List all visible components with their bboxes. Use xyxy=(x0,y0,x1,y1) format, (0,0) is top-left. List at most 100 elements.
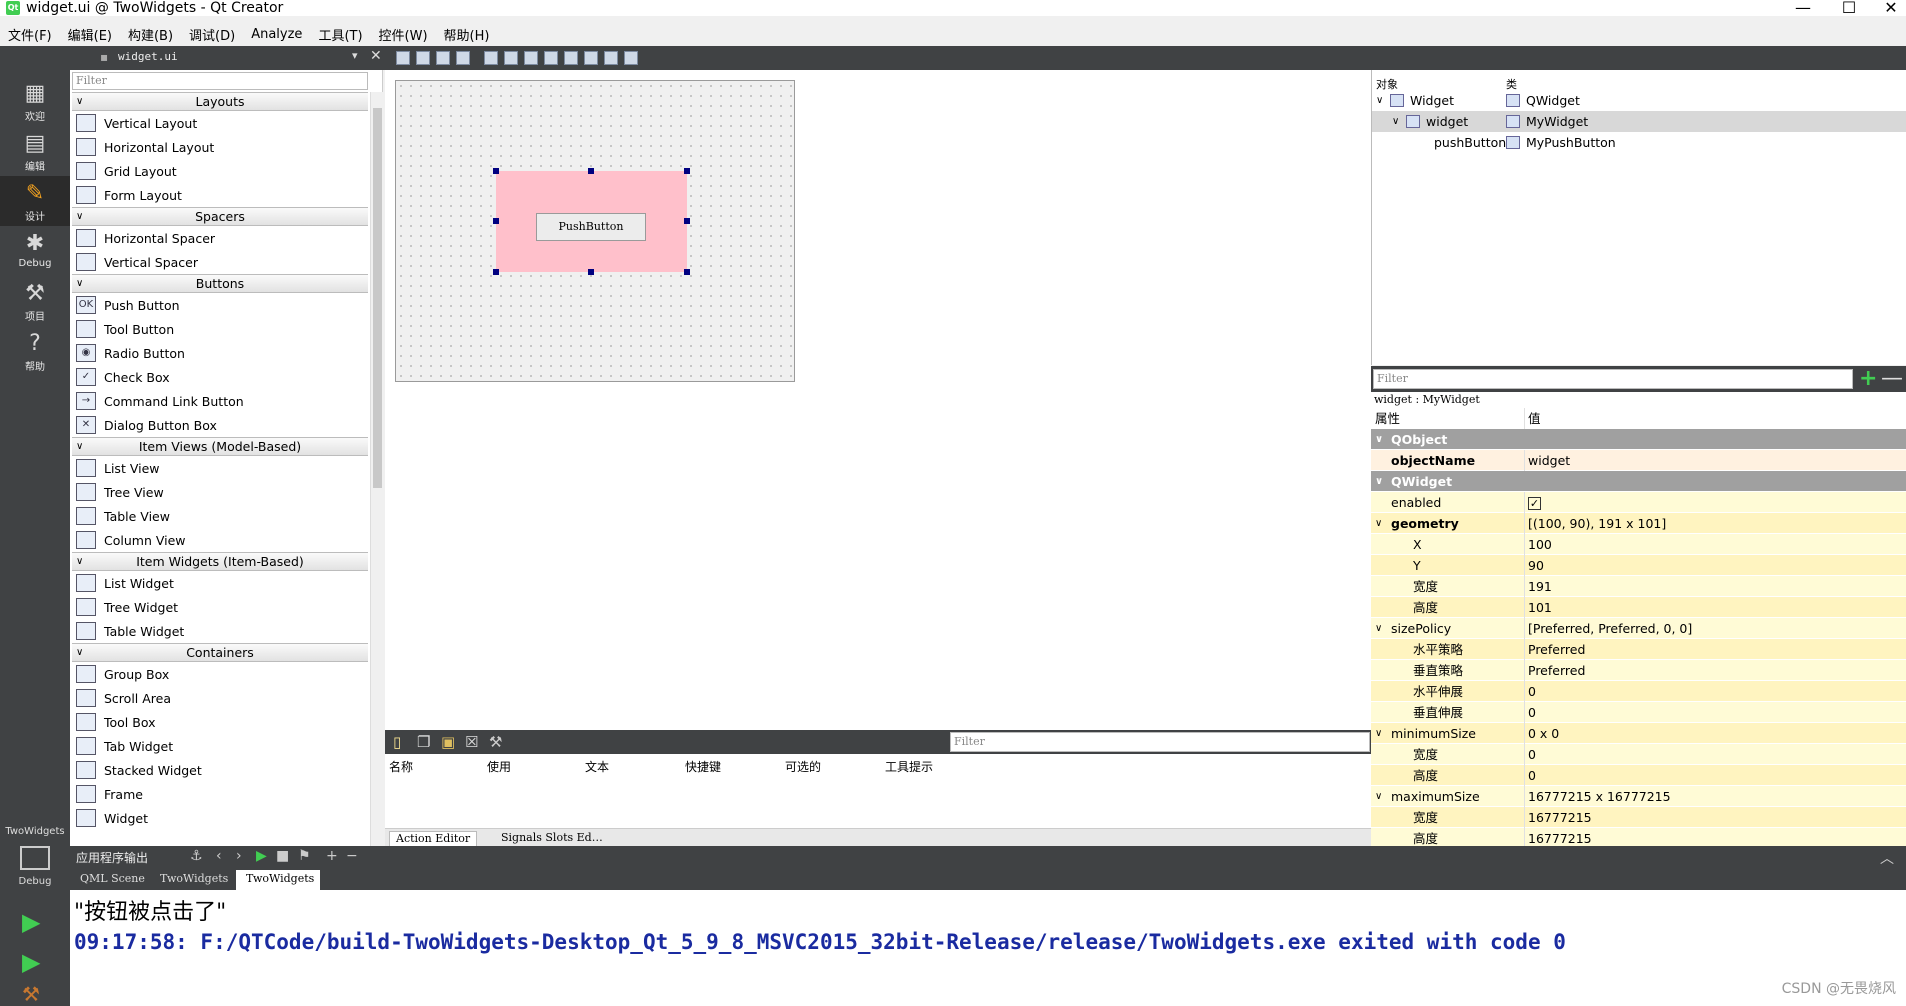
scrollbar-thumb[interactable] xyxy=(373,108,382,488)
chevron-down-icon[interactable]: ∨ xyxy=(76,208,83,225)
property-row[interactable]: X 100 xyxy=(1371,534,1906,555)
property-row[interactable]: ∨ geometry [(100, 90), 191 x 101] xyxy=(1371,513,1906,534)
resize-handle[interactable] xyxy=(684,168,690,174)
zoom-out-icon[interactable]: − xyxy=(346,848,358,864)
widget-item[interactable]: Table View xyxy=(72,504,368,528)
property-value[interactable]: 16777215 xyxy=(1524,807,1592,828)
new-action-icon[interactable]: ▯ xyxy=(393,733,401,751)
widget-box-scrollbar[interactable] xyxy=(370,92,383,846)
widget-category[interactable]: ∨ Item Widgets (Item-Based) xyxy=(72,552,368,571)
debug-run-icon[interactable]: ▶ xyxy=(22,948,40,976)
close-window-button[interactable]: ✕ xyxy=(1868,0,1906,17)
resize-handle[interactable] xyxy=(588,269,594,275)
property-row[interactable]: ∨ minimumSize 0 x 0 xyxy=(1371,723,1906,744)
layout-horizontal-splitter-icon[interactable] xyxy=(524,51,538,65)
property-value[interactable]: [Preferred, Preferred, 0, 0] xyxy=(1524,618,1692,639)
property-row[interactable]: objectName widget xyxy=(1371,450,1906,471)
property-row[interactable]: ∨ sizePolicy [Preferred, Preferred, 0, 0] xyxy=(1371,618,1906,639)
chevron-down-icon[interactable]: ∨ xyxy=(1392,111,1399,132)
widget-item[interactable]: ◉ Radio Button xyxy=(72,341,368,365)
run-icon[interactable]: ▶ xyxy=(22,908,40,936)
object-tree-row[interactable]: ∨ widget MyWidget xyxy=(1372,111,1906,132)
property-value[interactable]: 0 xyxy=(1524,702,1536,723)
property-column-header[interactable]: 属性 xyxy=(1375,408,1400,429)
widget-item[interactable]: Frame xyxy=(72,782,368,806)
property-row[interactable]: 水平伸展 0 xyxy=(1371,681,1906,702)
widget-item[interactable]: Stacked Widget xyxy=(72,758,368,782)
widget-box-filter[interactable]: Filter xyxy=(72,72,368,90)
output-tab[interactable]: QML Scene✕ xyxy=(70,870,146,903)
resize-handle[interactable] xyxy=(493,168,499,174)
edit-widgets-icon[interactable] xyxy=(396,51,410,65)
widget-item[interactable]: Vertical Layout xyxy=(72,111,368,135)
chevron-down-icon[interactable]: ∨ xyxy=(1375,513,1382,534)
prev-icon[interactable]: ‹ xyxy=(216,848,222,864)
property-value[interactable]: 16777215 x 16777215 xyxy=(1524,786,1671,807)
mode-edit[interactable]: ▤ 编辑 xyxy=(0,126,70,176)
enabled-checkbox[interactable]: ✓ xyxy=(1528,497,1541,510)
object-tree-row[interactable]: pushButton MyPushButton xyxy=(1372,132,1906,153)
widget-item[interactable]: OK Push Button xyxy=(72,293,368,317)
tab-signals-slots[interactable]: Signals Slots Ed… xyxy=(495,831,609,844)
layout-grid-icon[interactable] xyxy=(584,51,598,65)
edit-signals-icon[interactable] xyxy=(416,51,430,65)
widget-item[interactable]: Horizontal Layout xyxy=(72,135,368,159)
edit-tab-order-icon[interactable] xyxy=(456,51,470,65)
mode-design[interactable]: ✎ 设计 xyxy=(0,176,70,226)
widget-item[interactable]: Group Box xyxy=(72,662,368,686)
property-value[interactable]: 16777215 xyxy=(1524,828,1592,846)
close-document-icon[interactable]: ✕ xyxy=(370,48,382,64)
chevron-down-icon[interactable]: ∨ xyxy=(1375,723,1382,744)
property-filter-input[interactable]: Filter xyxy=(1373,369,1853,389)
property-row[interactable]: 垂直策略 Preferred xyxy=(1371,660,1906,681)
property-value[interactable]: Preferred xyxy=(1524,639,1585,660)
chevron-down-icon[interactable]: ∨ xyxy=(1376,90,1383,111)
layout-form-icon[interactable] xyxy=(564,51,578,65)
column-header[interactable]: 使用 xyxy=(487,758,511,775)
edit-buddies-icon[interactable] xyxy=(436,51,450,65)
widget-item[interactable]: Scroll Area xyxy=(72,686,368,710)
remove-property-icon[interactable]: — xyxy=(1881,366,1903,391)
chevron-down-icon[interactable]: ∨ xyxy=(1375,618,1382,639)
column-header[interactable]: 工具提示 xyxy=(885,758,933,775)
open-file-name[interactable]: widget.ui xyxy=(118,50,178,63)
property-value[interactable]: 101 xyxy=(1524,597,1552,618)
tab-action-editor[interactable]: Action Editor xyxy=(389,831,478,847)
menu-debug[interactable]: 调试(D) xyxy=(189,25,235,44)
property-row[interactable]: 高度 101 xyxy=(1371,597,1906,618)
widget-category[interactable]: ∨ Spacers xyxy=(72,207,368,226)
property-row[interactable]: ∨ maximumSize 16777215 x 16777215 xyxy=(1371,786,1906,807)
widget-item[interactable]: Vertical Spacer xyxy=(72,250,368,274)
widget-item[interactable]: Tree View xyxy=(72,480,368,504)
layout-horizontal-icon[interactable] xyxy=(484,51,498,65)
mode-projects[interactable]: ⚒ 项目 xyxy=(0,276,70,326)
widget-item[interactable]: List View xyxy=(72,456,368,480)
column-header[interactable]: 快捷键 xyxy=(685,758,721,775)
object-tree-row[interactable]: ∨ Widget QWidget xyxy=(1372,90,1906,111)
property-value[interactable]: [(100, 90), 191 x 101] xyxy=(1524,513,1666,534)
property-value[interactable]: 0 xyxy=(1524,681,1536,702)
mode-welcome[interactable]: ▦ 欢迎 xyxy=(0,76,70,126)
widget-item[interactable]: ✕ Dialog Button Box xyxy=(72,413,368,437)
property-row[interactable]: 宽度 0 xyxy=(1371,744,1906,765)
maximize-button[interactable]: ☐ xyxy=(1826,0,1872,17)
property-row[interactable]: 垂直伸展 0 xyxy=(1371,702,1906,723)
menu-tools[interactable]: 工具(T) xyxy=(318,25,362,44)
stop-icon[interactable]: ■ xyxy=(276,848,289,864)
property-row[interactable]: Y 90 xyxy=(1371,555,1906,576)
widget-item[interactable]: ✓ Check Box xyxy=(72,365,368,389)
add-property-icon[interactable]: + xyxy=(1859,366,1877,391)
configure-icon[interactable]: ⚒ xyxy=(489,733,502,751)
property-row[interactable]: 水平策略 Preferred xyxy=(1371,639,1906,660)
property-value[interactable]: Preferred xyxy=(1524,660,1585,681)
copy-action-icon[interactable]: ❐ xyxy=(417,733,430,751)
chevron-down-icon[interactable]: ∨ xyxy=(76,553,83,570)
widget-category[interactable]: ∨ Buttons xyxy=(72,274,368,293)
menu-controls[interactable]: 控件(W) xyxy=(379,25,428,44)
property-row[interactable]: 宽度 16777215 xyxy=(1371,807,1906,828)
menu-edit[interactable]: 编辑(E) xyxy=(68,25,112,44)
property-value[interactable]: 191 xyxy=(1524,576,1552,597)
file-dropdown-icon[interactable]: ▾ xyxy=(352,49,358,62)
widget-item[interactable]: → Command Link Button xyxy=(72,389,368,413)
property-value[interactable]: 90 xyxy=(1524,555,1544,576)
